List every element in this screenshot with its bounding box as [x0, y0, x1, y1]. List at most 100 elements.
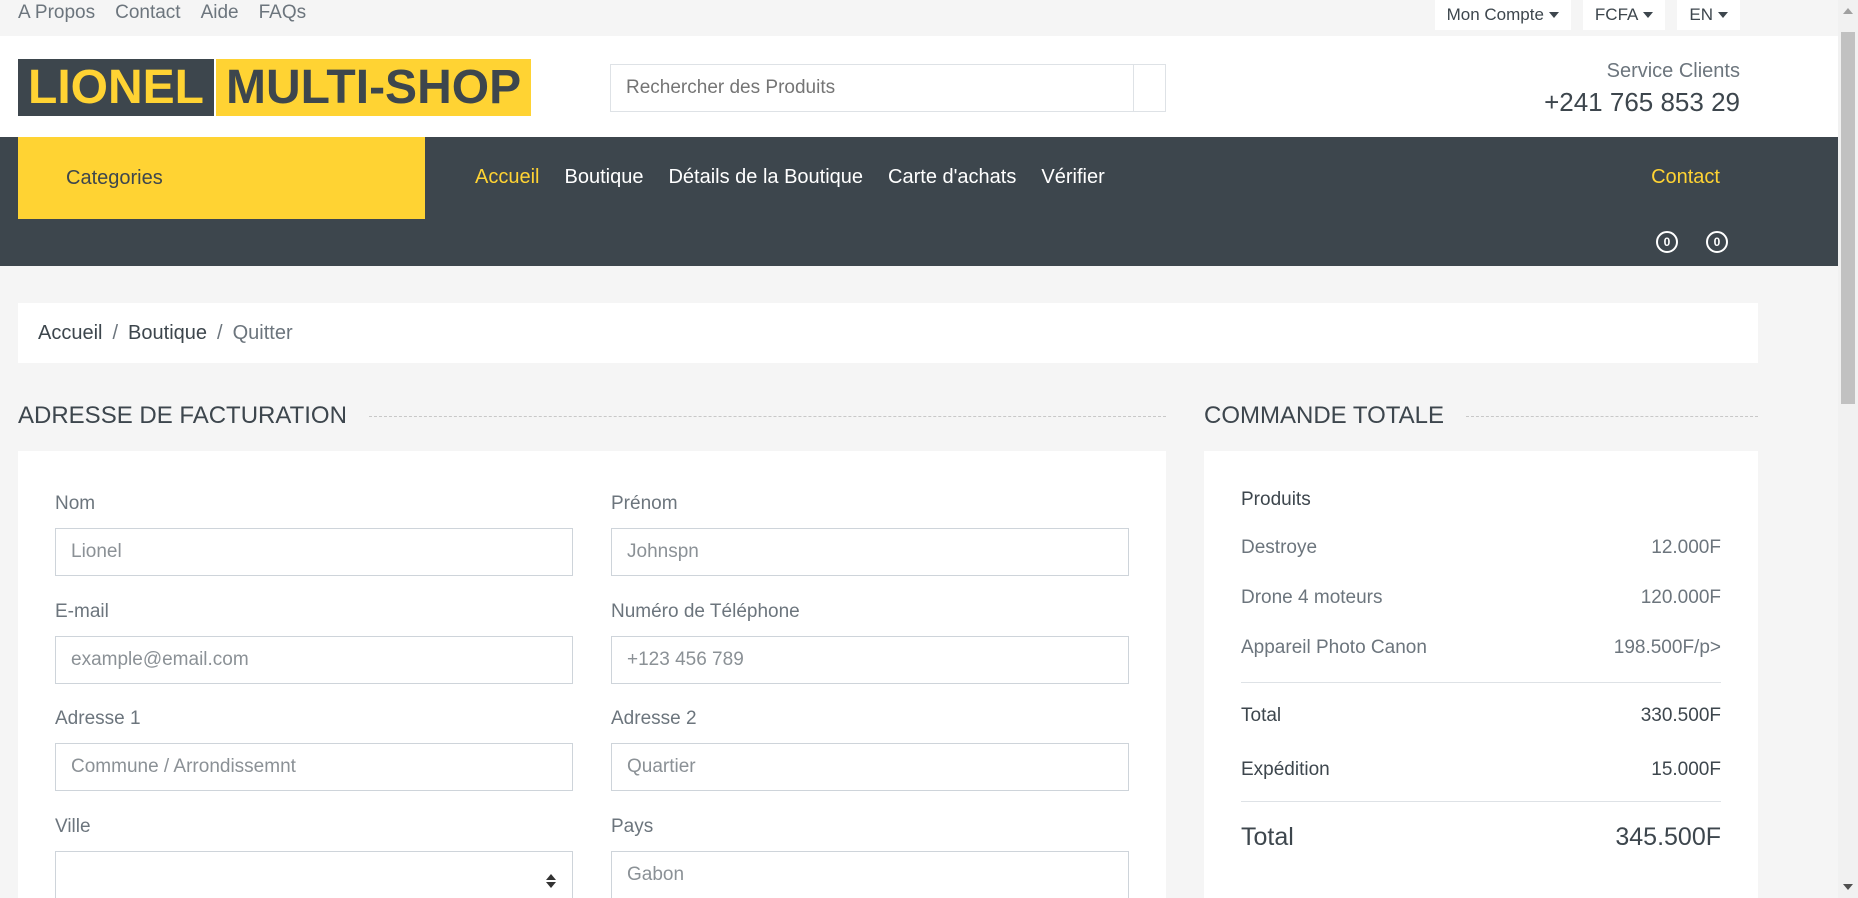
search-bar [610, 64, 1166, 112]
language-dropdown[interactable]: EN [1677, 0, 1740, 30]
order-item: Appareil Photo Canon 198.500F/p> [1241, 637, 1721, 659]
shipping-row: Expédition 15.000F [1241, 759, 1721, 781]
page-scrollbar[interactable] [1838, 0, 1858, 898]
address1-label: Adresse 1 [55, 708, 141, 729]
prenom-label: Prénom [611, 493, 678, 514]
main-navbar: Categories Accueil Boutique Détails de l… [0, 137, 1838, 266]
phone-label: Numéro de Téléphone [611, 601, 800, 622]
breadcrumb: Accueil / Boutique / Quitter [18, 303, 1758, 363]
ville-label: Ville [55, 816, 91, 837]
nav-item-verifier[interactable]: Vérifier [1041, 166, 1104, 189]
order-item-price: 198.500F/p> [1613, 637, 1721, 658]
scroll-down-icon[interactable] [1843, 884, 1853, 890]
products-heading-label: Produits [1241, 489, 1311, 510]
categories-label: Categories [66, 166, 163, 189]
nom-label: Nom [55, 493, 96, 514]
top-bar: A Propos Contact Aide FAQs Mon Compte FC… [0, 0, 1838, 36]
site-logo[interactable]: LIONEL MULTI-SHOP [18, 59, 532, 116]
order-title: COMMANDE TOTALE [1204, 402, 1445, 429]
nav-item-carte-achats[interactable]: Carte d'achats [888, 166, 1016, 189]
billing-form: Nom Prénom E-mail Numéro de Téléphone Ad… [18, 451, 1166, 898]
order-item-name: Drone 4 moteurs [1241, 587, 1383, 608]
total-label: Total [1241, 823, 1294, 851]
breadcrumb-separator: / [217, 321, 223, 344]
caret-down-icon [1643, 12, 1654, 18]
order-section-title: COMMANDE TOTALE [1204, 402, 1758, 430]
order-item: Destroye 12.000F [1241, 537, 1721, 559]
nav-badges: 0 0 [1656, 231, 1728, 253]
header: LIONEL MULTI-SHOP Service Clients +241 7… [0, 36, 1838, 137]
service-label: Service Clients [1606, 60, 1740, 82]
address2-label: Adresse 2 [611, 708, 697, 729]
link-faqs[interactable]: FAQs [259, 2, 307, 24]
nom-input[interactable] [56, 529, 572, 575]
address1-input[interactable] [56, 744, 572, 790]
breadcrumb-shop[interactable]: Boutique [128, 322, 207, 345]
shipping-value: 15.000F [1651, 759, 1721, 780]
top-dropdowns: Mon Compte FCFA EN [1434, 0, 1740, 30]
link-aide[interactable]: Aide [201, 2, 239, 24]
subtotal-value: 330.500F [1640, 705, 1721, 726]
caret-down-icon [1718, 12, 1728, 18]
nav-item-accueil[interactable]: Accueil [475, 166, 539, 189]
search-button[interactable] [1133, 65, 1165, 111]
email-field [55, 636, 573, 684]
nav-item-contact[interactable]: Contact [1651, 166, 1740, 189]
cart-count-badge[interactable]: 0 [1706, 231, 1728, 253]
breadcrumb-home[interactable]: Accueil [38, 322, 102, 345]
breadcrumb-separator: / [112, 321, 119, 344]
ville-select[interactable] [55, 851, 573, 898]
link-contact[interactable]: Contact [115, 2, 180, 24]
total-row: Total 345.500F [1241, 823, 1721, 852]
shipping-label: Expédition [1241, 759, 1330, 780]
subtotal-label: Total [1241, 705, 1282, 726]
select-arrows-icon [546, 874, 556, 888]
products-heading: Produits [1241, 489, 1721, 511]
customer-service: Service Clients +241 765 853 29 [1544, 60, 1740, 118]
nom-field [55, 528, 573, 576]
nav-item-details-boutique[interactable]: Détails de la Boutique [668, 166, 863, 189]
pays-label: Pays [611, 816, 654, 837]
prenom-field [611, 528, 1129, 576]
pays-field [611, 851, 1129, 898]
nav-item-boutique[interactable]: Boutique [564, 166, 643, 189]
currency-dropdown-label: FCFA [1594, 5, 1639, 24]
order-summary: Produits Destroye 12.000F Drone 4 moteur… [1204, 451, 1758, 898]
prenom-input[interactable] [612, 529, 1128, 575]
scrollbar-thumb[interactable] [1841, 32, 1855, 404]
categories-button[interactable]: Categories [18, 137, 425, 219]
total-value: 345.500F [1615, 823, 1721, 851]
summary-divider [1241, 682, 1721, 683]
currency-dropdown[interactable]: FCFA [1582, 0, 1666, 30]
top-links: A Propos Contact Aide FAQs [18, 2, 306, 24]
summary-divider [1241, 801, 1721, 802]
order-item-price: 12.000F [1651, 537, 1721, 558]
order-item: Drone 4 moteurs 120.000F [1241, 587, 1721, 609]
logo-part-2: MULTI-SHOP [216, 59, 532, 116]
title-divider [1466, 415, 1758, 417]
breadcrumb-current: Quitter [232, 321, 293, 344]
email-label: E-mail [55, 601, 109, 622]
order-item-name: Appareil Photo Canon [1241, 637, 1427, 658]
search-input[interactable] [611, 65, 1133, 111]
address2-field [611, 743, 1129, 791]
link-a-propos[interactable]: A Propos [18, 2, 95, 24]
wishlist-count-badge[interactable]: 0 [1656, 231, 1678, 253]
billing-title: ADRESSE DE FACTURATION [18, 402, 347, 429]
scroll-up-icon[interactable] [1843, 8, 1853, 14]
service-phone: +241 765 853 29 [1544, 87, 1740, 117]
phone-field [611, 636, 1129, 684]
billing-section-title: ADRESSE DE FACTURATION [18, 402, 1166, 430]
email-input[interactable] [56, 637, 572, 683]
phone-input[interactable] [612, 637, 1128, 683]
nav-menu: Accueil Boutique Détails de la Boutique … [475, 166, 1105, 189]
account-dropdown[interactable]: Mon Compte [1434, 0, 1571, 30]
account-dropdown-label: Mon Compte [1446, 5, 1544, 24]
pays-input[interactable] [612, 852, 1128, 898]
subtotal-row: Total 330.500F [1241, 705, 1721, 727]
address2-input[interactable] [612, 744, 1128, 790]
logo-part-1: LIONEL [18, 59, 214, 116]
title-divider [368, 415, 1166, 417]
caret-down-icon [1548, 12, 1559, 18]
language-dropdown-label: EN [1689, 5, 1713, 24]
